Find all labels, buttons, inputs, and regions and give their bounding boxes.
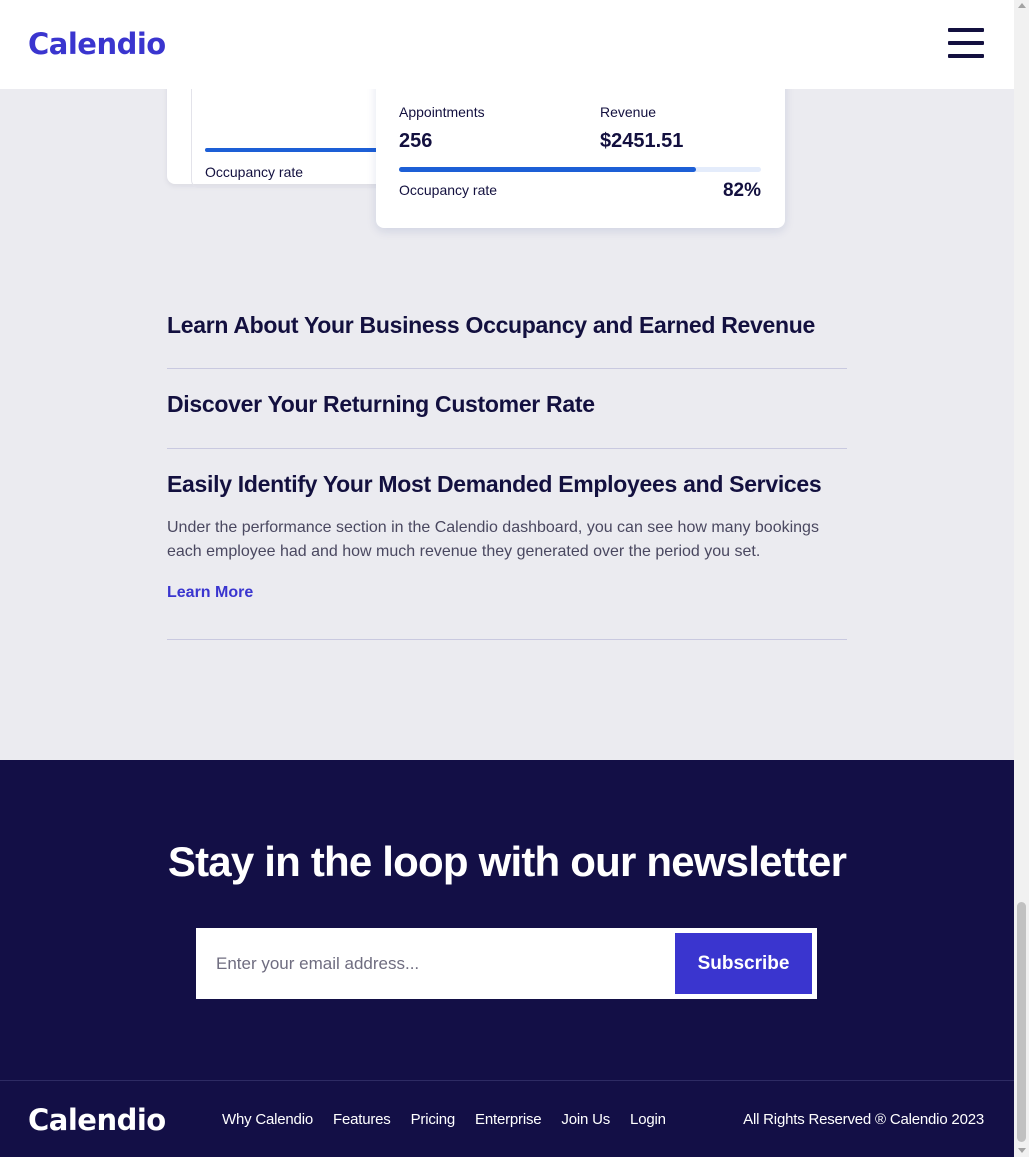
- scroll-down-icon[interactable]: [1018, 1148, 1026, 1153]
- footer-nav: Why Calendio Features Pricing Enterprise…: [222, 1111, 666, 1128]
- footer-link-why-calendio[interactable]: Why Calendio: [222, 1111, 313, 1128]
- footer-link-enterprise[interactable]: Enterprise: [475, 1111, 542, 1128]
- menu-line: [948, 28, 984, 32]
- accordion-item-expanded[interactable]: Easily Identify Your Most Demanded Emplo…: [167, 449, 847, 640]
- accordion-title[interactable]: Learn About Your Business Occupancy and …: [167, 312, 847, 339]
- accordion-item[interactable]: Discover Your Returning Customer Rate: [167, 369, 847, 449]
- footer-link-pricing[interactable]: Pricing: [411, 1111, 456, 1128]
- learn-more-link[interactable]: Learn More: [167, 584, 253, 602]
- header: Calendio: [0, 0, 1014, 89]
- accordion-title[interactable]: Easily Identify Your Most Demanded Emplo…: [167, 471, 847, 498]
- scrollbar-thumb[interactable]: [1017, 902, 1026, 1142]
- newsletter-title: Stay in the loop with our newsletter: [167, 838, 847, 885]
- menu-line: [948, 41, 984, 45]
- occupancy-progress-fill: [399, 167, 696, 172]
- footer: Calendio Why Calendio Features Pricing E…: [0, 1080, 1014, 1157]
- occupancy-label: Occupancy rate: [399, 182, 498, 198]
- email-input[interactable]: [196, 928, 670, 999]
- scroll-up-icon[interactable]: [1018, 3, 1026, 8]
- accordion-body: Under the performance section in the Cal…: [167, 519, 819, 560]
- copyright: All Rights Reserved ® Calendio 2023: [743, 1111, 984, 1128]
- appointments-label: Appointments: [399, 104, 485, 120]
- menu-line: [948, 54, 984, 58]
- newsletter-form: Subscribe: [196, 928, 817, 999]
- occupancy-value: 82%: [722, 180, 761, 201]
- occupancy-label-back: Occupancy rate: [205, 164, 304, 180]
- accordion-title[interactable]: Discover Your Returning Customer Rate: [167, 391, 847, 418]
- page: Occupancy rate Appointments 256 Revenue …: [0, 0, 1014, 1157]
- page-scrollbar[interactable]: [1014, 0, 1029, 1157]
- stats-card: Appointments 256 Revenue $2451.51 Occupa…: [376, 70, 785, 228]
- logo[interactable]: Calendio: [28, 27, 166, 61]
- appointments-value: 256: [399, 130, 433, 152]
- newsletter-section: Stay in the loop with our newsletter Sub…: [0, 760, 1014, 1080]
- revenue-label: Revenue: [600, 104, 657, 120]
- footer-link-login[interactable]: Login: [630, 1111, 666, 1128]
- subscribe-button[interactable]: Subscribe: [675, 933, 812, 994]
- footer-link-join-us[interactable]: Join Us: [561, 1111, 610, 1128]
- accordion-item[interactable]: Learn About Your Business Occupancy and …: [167, 290, 847, 369]
- footer-logo[interactable]: Calendio: [28, 1103, 166, 1137]
- footer-link-features[interactable]: Features: [333, 1111, 391, 1128]
- hamburger-menu-icon[interactable]: [948, 28, 984, 59]
- features-accordion: Learn About Your Business Occupancy and …: [167, 290, 847, 640]
- occupancy-progress-track: [399, 167, 761, 172]
- occupancy-bar-back: [205, 148, 385, 152]
- revenue-value: $2451.51: [600, 130, 684, 152]
